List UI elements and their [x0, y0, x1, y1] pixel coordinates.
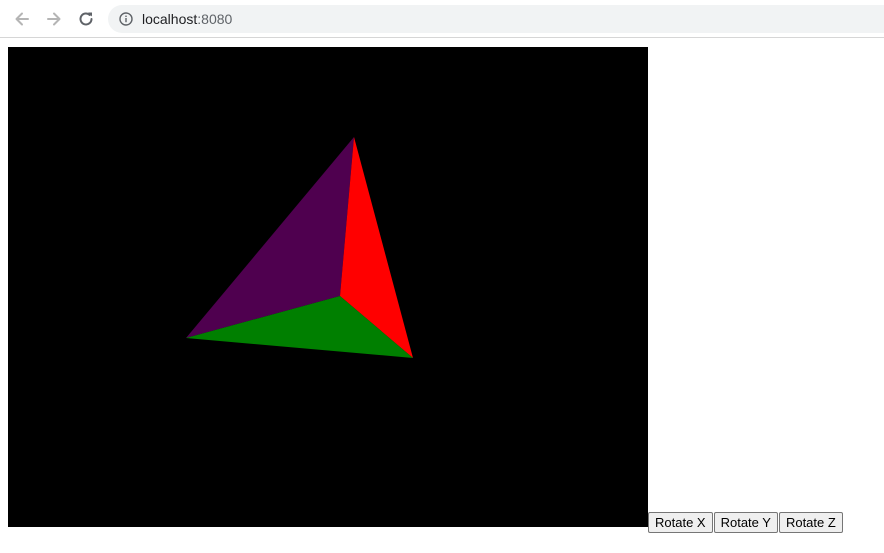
reload-button[interactable] — [74, 7, 98, 31]
tetrahedron-scene — [186, 137, 413, 358]
reload-icon — [79, 12, 93, 26]
arrow-left-icon — [15, 12, 29, 26]
browser-toolbar: localhost:8080 — [0, 0, 884, 38]
arrow-right-icon — [47, 12, 61, 26]
address-bar[interactable]: localhost:8080 — [108, 5, 884, 33]
rotate-z-button[interactable]: Rotate Z — [778, 512, 843, 533]
url-text: localhost:8080 — [142, 11, 232, 27]
rotate-x-button[interactable]: Rotate X — [648, 512, 713, 533]
url-host: localhost — [142, 11, 198, 27]
url-port: :8080 — [197, 11, 233, 27]
page-viewport: Rotate X Rotate Y Rotate Z — [0, 39, 884, 553]
rotation-controls: Rotate X Rotate Y Rotate Z — [648, 512, 844, 533]
info-icon[interactable] — [118, 11, 134, 27]
back-button[interactable] — [10, 7, 34, 31]
forward-button[interactable] — [42, 7, 66, 31]
rotate-y-button[interactable]: Rotate Y — [713, 512, 778, 533]
webgl-canvas[interactable] — [8, 47, 648, 527]
